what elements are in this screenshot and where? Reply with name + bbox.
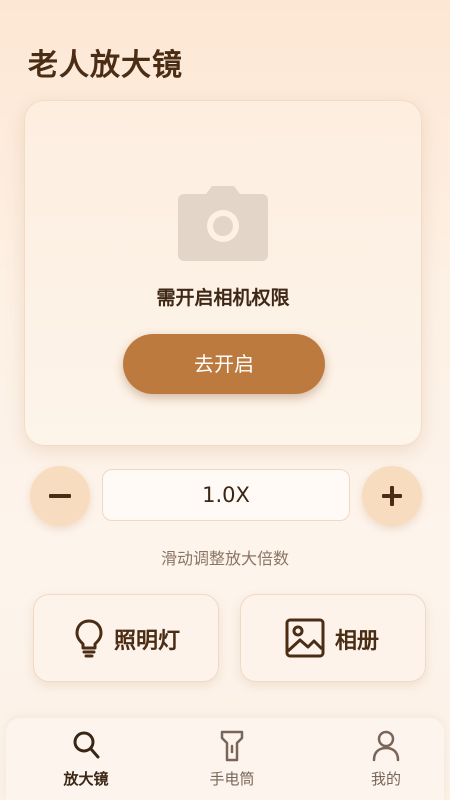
zoom-control: 1.0X [0, 466, 450, 526]
zoom-level-display[interactable]: 1.0X [102, 469, 350, 521]
bottom-navigation: 放大镜 手电筒 我的 [6, 718, 444, 800]
nav-item-profile[interactable]: 我的 [326, 718, 446, 800]
camera-preview-card: 需开启相机权限 去开启 [24, 100, 422, 446]
nav-label-magnifier: 放大镜 [63, 770, 109, 788]
camera-icon [178, 186, 268, 261]
flashlight-toggle-label: 照明灯 [114, 629, 181, 654]
nav-label-profile: 我的 [370, 770, 401, 788]
zoom-decrease-button[interactable] [30, 466, 90, 526]
minus-icon [49, 494, 71, 498]
search-icon [73, 731, 100, 759]
flashlight-toggle-button[interactable]: 照明灯 [33, 594, 219, 682]
page-title: 老人放大镜 [28, 48, 183, 83]
nav-item-magnifier[interactable]: 放大镜 [26, 718, 146, 800]
image-icon [285, 618, 325, 658]
nav-item-flashlight[interactable]: 手电筒 [172, 718, 292, 800]
enable-camera-button[interactable]: 去开启 [123, 334, 325, 394]
flashlight-icon [220, 730, 244, 762]
plus-icon [382, 486, 402, 506]
album-button[interactable]: 相册 [240, 594, 426, 682]
nav-label-flashlight: 手电筒 [209, 770, 255, 788]
lightbulb-icon [75, 619, 103, 658]
permission-message: 需开启相机权限 [156, 287, 290, 309]
album-button-label: 相册 [335, 629, 380, 654]
user-icon [372, 730, 400, 762]
zoom-hint: 滑动调整放大倍数 [160, 549, 289, 568]
zoom-increase-button[interactable] [362, 466, 422, 526]
